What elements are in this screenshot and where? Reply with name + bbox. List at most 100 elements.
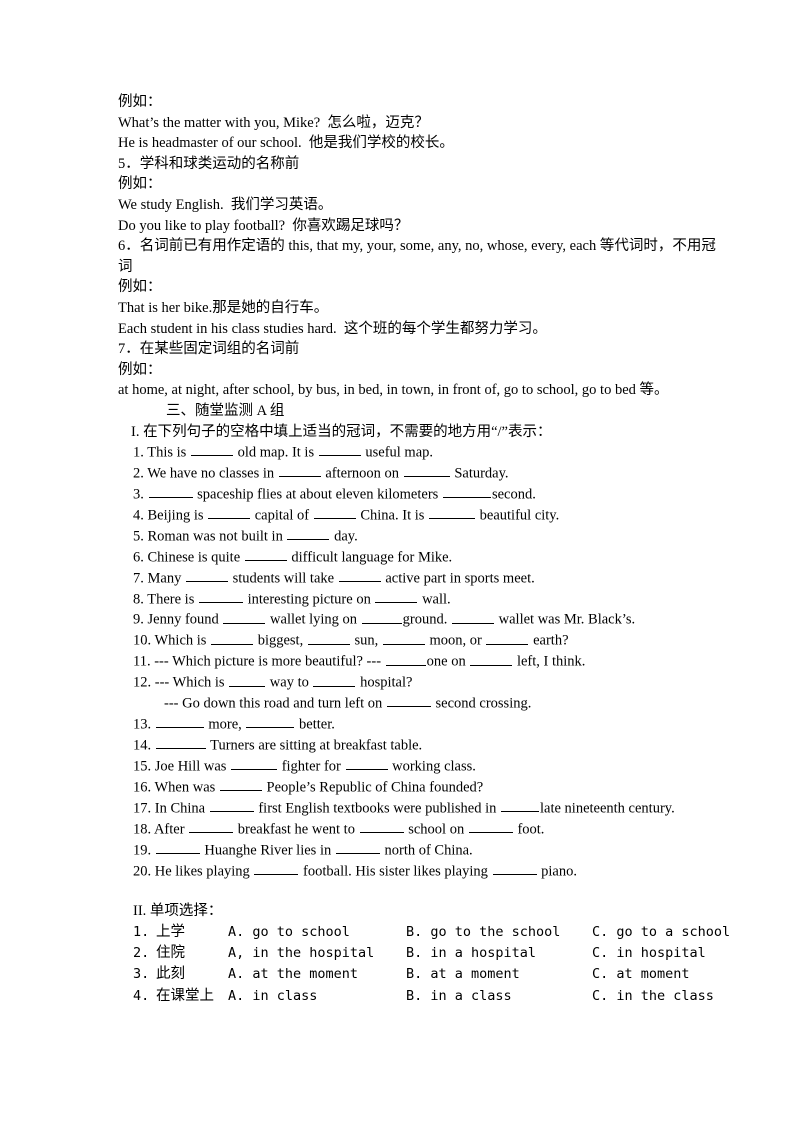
answer-blank[interactable] — [307, 630, 350, 645]
answer-blank[interactable] — [211, 630, 254, 645]
answer-blank[interactable] — [148, 484, 193, 499]
answer-blank[interactable] — [468, 819, 513, 834]
part-1-instruction-text: 在下列句子的空格中填上适当的冠词，不需要的地方用“/”表示： — [143, 423, 552, 440]
item-number: 18. — [133, 821, 154, 838]
grammar-line: He is headmaster of our school. 他是我们学校的校… — [118, 135, 454, 152]
mc-option-a[interactable]: A, in the hospital — [228, 943, 406, 964]
answer-blank[interactable] — [335, 840, 380, 854]
multiple-choice-list: 1. 上学 A. go to school B. go to the school C.… — [118, 922, 730, 1007]
item-text: first English textbooks were published i… — [254, 800, 500, 817]
answer-blank[interactable] — [198, 589, 243, 603]
mc-option-b[interactable]: B. at a moment — [406, 964, 586, 985]
fill-in-items-list: 1. This is old map. It is useful map. 2. … — [118, 442, 718, 881]
mc-option-c[interactable]: C. in the class — [586, 986, 714, 1007]
answer-blank[interactable] — [185, 568, 228, 582]
fill-in-item: 3. spaceship flies at about eleven kilom… — [133, 484, 718, 505]
item-text: Which is — [154, 632, 211, 649]
answer-blank[interactable] — [208, 505, 251, 520]
item-text: Chinese is quite — [147, 549, 244, 566]
answer-blank[interactable] — [155, 735, 206, 750]
item-text: When was — [154, 779, 219, 796]
item-number: 20. — [133, 862, 155, 879]
answer-blank[interactable] — [318, 442, 361, 457]
grammar-line: That is her bike.那是她的自行车。 — [118, 299, 329, 316]
mc-option-b[interactable]: B. go to the school — [406, 922, 586, 943]
part-2-label: II. — [133, 903, 147, 920]
mc-option-a[interactable]: A. in class — [228, 986, 406, 1007]
answer-blank[interactable] — [155, 840, 200, 854]
answer-blank[interactable] — [287, 526, 330, 541]
grammar-line: Do you like to play football? 你喜欢踢足球吗？ — [118, 217, 409, 234]
item-text: active part in sports meet. — [381, 569, 535, 586]
answer-blank[interactable] — [359, 819, 404, 834]
item-text: Joe Hill was — [154, 758, 231, 775]
mc-option-b[interactable]: B. in a class — [406, 986, 586, 1007]
item-text: breakfast he went to — [234, 821, 359, 838]
answer-blank[interactable] — [189, 819, 234, 834]
mc-option-a[interactable]: A. at the moment — [228, 964, 406, 985]
item-text: school on — [404, 821, 468, 838]
answer-blank[interactable] — [486, 630, 529, 645]
mc-item-number: 4. — [133, 987, 150, 1004]
answer-blank[interactable] — [219, 777, 262, 792]
answer-blank[interactable] — [470, 651, 513, 666]
fill-in-item: 14. Turners are sitting at breakfast tab… — [133, 735, 718, 756]
item-text: hospital? — [356, 674, 413, 691]
multiple-choice-row: 2. 住院 A, in the hospital B. in a hospital C.… — [133, 943, 718, 964]
answer-blank[interactable] — [385, 651, 426, 666]
answer-blank[interactable] — [500, 798, 539, 813]
multiple-choice-row: 4. 在课堂上 A. in class B. in a class C. in the … — [133, 986, 718, 1007]
answer-blank[interactable] — [155, 714, 204, 729]
item-number: 15. — [133, 758, 155, 775]
item-text: north of China. — [380, 841, 473, 858]
answer-blank[interactable] — [223, 609, 266, 624]
answer-blank[interactable] — [361, 609, 402, 624]
item-text: People’s Republic of China founded? — [262, 779, 484, 796]
item-text: sun, — [350, 632, 382, 649]
answer-blank[interactable] — [231, 756, 278, 771]
answer-blank[interactable] — [254, 861, 299, 875]
mc-item-prompt: 住院 — [156, 945, 185, 962]
item-text: --- Go down this road and turn left on — [164, 695, 386, 712]
mc-option-c[interactable]: C. at moment — [586, 964, 690, 985]
answer-blank[interactable] — [386, 693, 431, 708]
item-text: afternoon on — [321, 465, 403, 482]
answer-blank[interactable] — [382, 630, 425, 645]
fill-in-item: 16. When was People’s Republic of China … — [133, 777, 718, 798]
answer-blank[interactable] — [313, 672, 356, 687]
mc-option-c[interactable]: C. in hospital — [586, 943, 706, 964]
answer-blank[interactable] — [190, 442, 233, 457]
item-number: 11. — [133, 653, 155, 670]
answer-blank[interactable] — [313, 505, 356, 520]
answer-blank[interactable] — [345, 756, 388, 771]
document-content: 例如： What’s the matter with you, Mike? 怎么… — [118, 92, 730, 1007]
answer-blank[interactable] — [209, 798, 254, 813]
mc-option-b[interactable]: B. in a hospital — [406, 943, 586, 964]
fill-in-item: 17. In China first English textbooks wer… — [133, 798, 718, 819]
answer-blank[interactable] — [338, 568, 381, 582]
answer-blank[interactable] — [442, 484, 491, 499]
mc-option-a[interactable]: A. go to school — [228, 922, 406, 943]
mc-option-c[interactable]: C. go to a school — [586, 922, 730, 943]
answer-blank[interactable] — [492, 861, 537, 875]
item-text: second crossing. — [431, 695, 532, 712]
mc-item-prompt: 上学 — [156, 924, 185, 941]
answer-blank[interactable] — [403, 463, 450, 478]
answer-blank[interactable] — [278, 463, 321, 478]
answer-blank[interactable] — [244, 547, 287, 562]
mc-item-prompt: 在课堂上 — [156, 987, 214, 1004]
fill-in-item: 20. He likes playing football. His siste… — [133, 861, 718, 882]
mc-item-prompt: 此刻 — [156, 966, 185, 983]
item-number: 14. — [133, 737, 155, 754]
item-text: wall. — [418, 590, 451, 607]
answer-blank[interactable] — [229, 672, 266, 687]
answer-blank[interactable] — [452, 609, 495, 624]
item-text: Roman was not built in — [147, 528, 287, 545]
item-number: 2. — [133, 465, 148, 482]
answer-blank[interactable] — [429, 505, 476, 520]
item-number: 5. — [133, 528, 148, 545]
answer-blank[interactable] — [246, 714, 295, 729]
grammar-rule-6: 6．名词前已有用作定语的 this, that my, your, some, … — [118, 238, 716, 275]
answer-blank[interactable] — [375, 589, 418, 603]
item-text: After — [153, 821, 189, 838]
